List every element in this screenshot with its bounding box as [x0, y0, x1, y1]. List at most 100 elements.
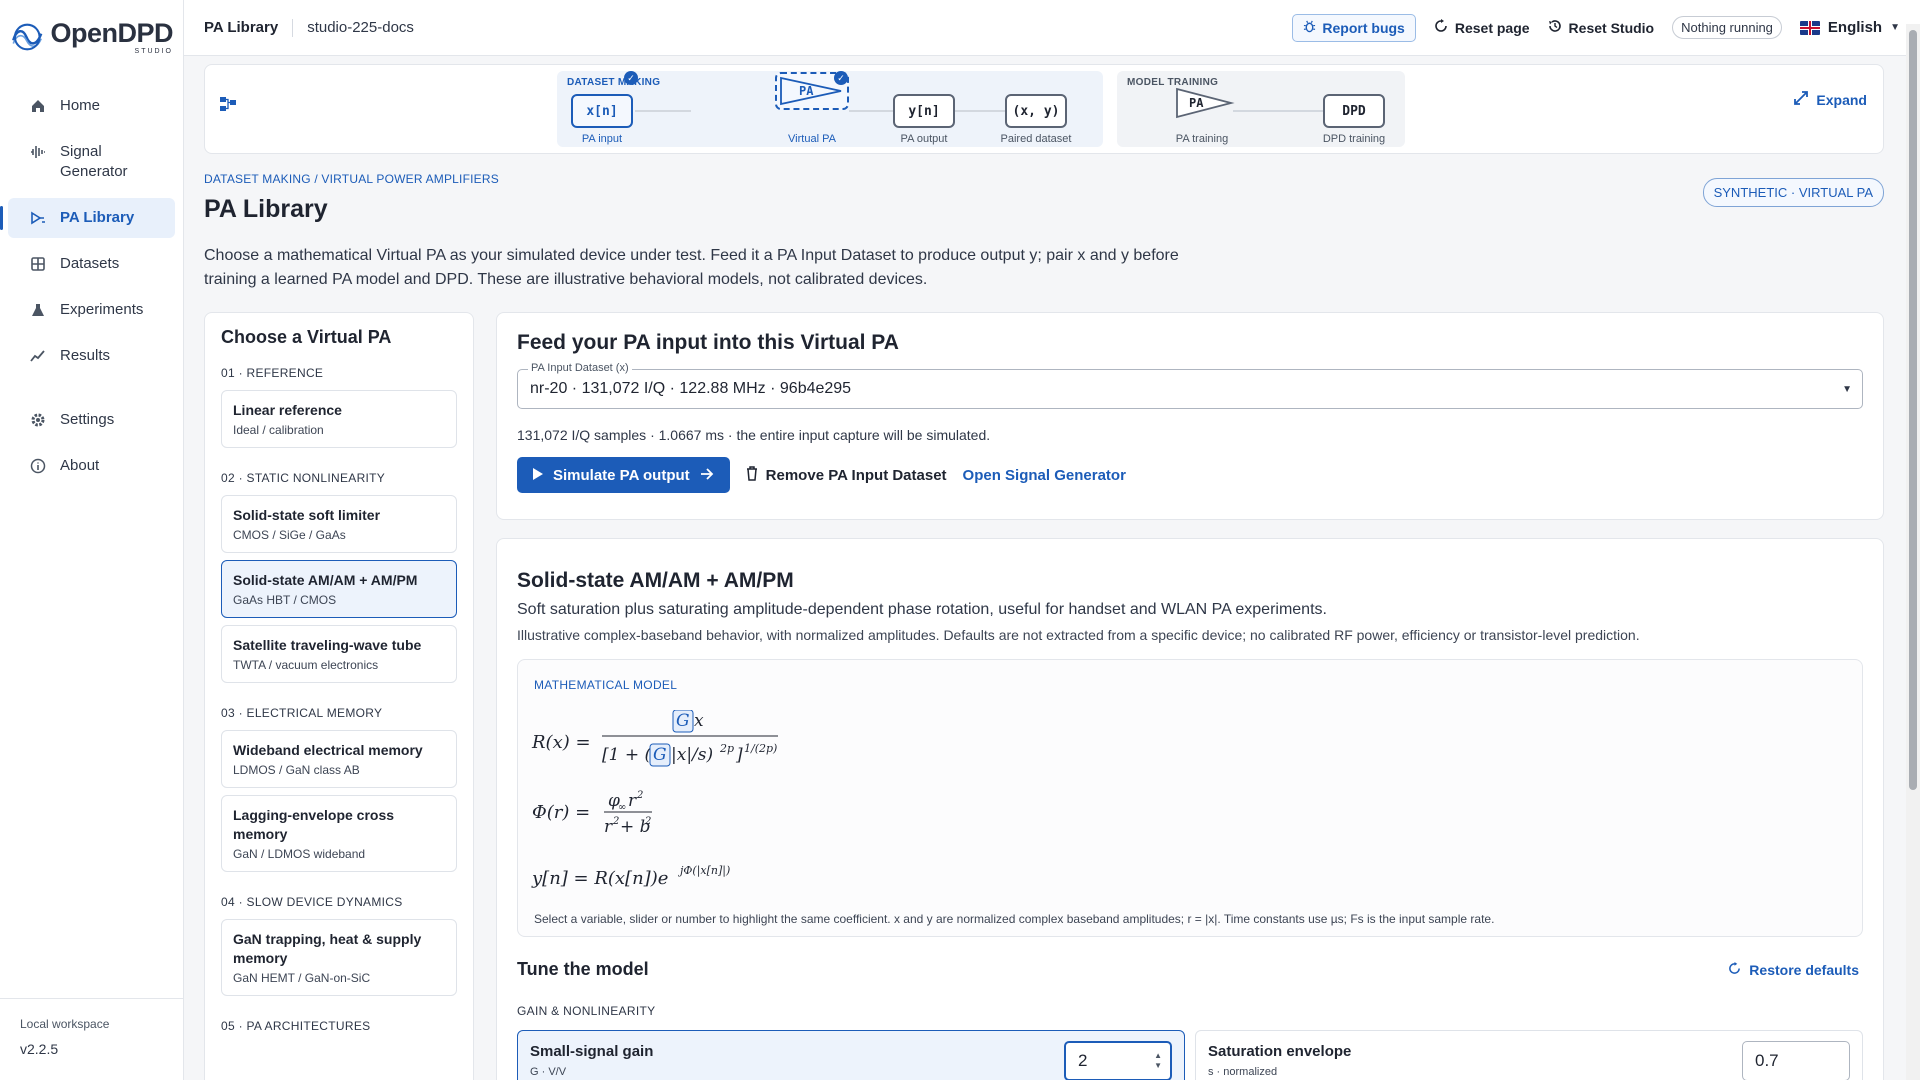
pa-tag: GaN / LDMOS wideband: [233, 847, 366, 861]
svg-text:G: G: [653, 745, 667, 765]
history-icon: [1548, 19, 1562, 36]
simulate-button[interactable]: Simulate PA output: [517, 457, 730, 493]
svg-text:r: r: [604, 817, 613, 837]
pa-item-twta[interactable]: Satellite traveling-wave tube TWTA / vac…: [221, 625, 457, 683]
nav-settings-label: Settings: [60, 411, 115, 428]
logo-icon: [12, 23, 43, 51]
pa-item-lagging-envelope[interactable]: Lagging-envelope cross memory GaN / LDMO…: [221, 795, 457, 872]
pipeline-node-dpd-training[interactable]: DPD: [1323, 94, 1385, 128]
nav-results[interactable]: Results: [8, 336, 175, 376]
pipeline-node-pa-input[interactable]: x[n]: [571, 94, 633, 128]
field-label: PA Input Dataset (x): [528, 362, 632, 374]
reset-page-button[interactable]: Reset page: [1434, 19, 1530, 36]
nav-signal-generator[interactable]: Signal Generator: [8, 132, 175, 192]
pipeline-node-pa-output[interactable]: y[n]: [893, 94, 955, 128]
pa-item-gan-trapping[interactable]: GaN trapping, heat & supply memory GaN H…: [221, 919, 457, 996]
reset-studio-button[interactable]: Reset Studio: [1548, 19, 1654, 36]
open-signal-generator-link[interactable]: Open Signal Generator: [963, 467, 1126, 484]
group-label: 05 · PA ARCHITECTURES: [221, 1019, 371, 1033]
param-small-signal-gain[interactable]: Small-signal gain G · V/V 2 ▲ ▼: [517, 1030, 1185, 1080]
page-title: PA Library: [204, 195, 328, 223]
nav-home[interactable]: Home: [8, 86, 175, 126]
amplifier-icon: [28, 208, 48, 228]
nav-experiments[interactable]: Experiments: [8, 290, 175, 330]
sample-info: 131,072 I/Q samples · 1.0667 ms · the en…: [517, 427, 991, 443]
nav-datasets[interactable]: Datasets: [8, 244, 175, 284]
sidebar-footer: Local workspace v2.2.5: [0, 998, 183, 1080]
svg-text:2: 2: [636, 790, 643, 801]
nav-settings[interactable]: Settings: [8, 400, 175, 440]
pipeline-panel: DATASET MAKING MODEL TRAINING x[n] ✓ PA …: [204, 64, 1884, 154]
param-saturation-envelope[interactable]: Saturation envelope s · normalized 0.7: [1195, 1030, 1863, 1080]
version-label: v2.2.5: [20, 1041, 59, 1057]
svg-text:]: ]: [735, 745, 743, 765]
arrow-right-icon: [700, 467, 714, 484]
reset-icon: [1728, 961, 1741, 978]
pipeline-connector: [849, 110, 893, 112]
svg-text:|x|/s): |x|/s): [671, 745, 713, 765]
group-label: 01 · REFERENCE: [221, 366, 324, 380]
scrollbar-thumb[interactable]: [1909, 30, 1917, 790]
pipeline-node-pa-training[interactable]: PA: [1175, 85, 1235, 126]
nav-pa-library[interactable]: PA Library: [0, 198, 175, 238]
node-text: (x, y): [1012, 103, 1060, 119]
svg-text:x: x: [694, 711, 704, 731]
workspace-label: Local workspace: [20, 1017, 110, 1031]
remove-label: Remove PA Input Dataset: [765, 466, 947, 484]
pipeline-icon[interactable]: [219, 95, 237, 118]
equation-r: R(x) =: [531, 732, 591, 753]
app-logo[interactable]: OpenDPD STUDIO: [0, 0, 183, 56]
expand-button[interactable]: Expand: [1794, 91, 1867, 108]
spinner-icon[interactable]: ▲ ▼: [1154, 1051, 1162, 1071]
node-text: PA: [799, 84, 814, 98]
report-bugs-button[interactable]: Report bugs: [1292, 13, 1416, 42]
math-title: MATHEMATICAL MODEL: [534, 678, 678, 692]
breadcrumb[interactable]: DATASET MAKING / VIRTUAL POWER AMPLIFIER…: [204, 172, 499, 186]
svg-text:2: 2: [612, 816, 619, 827]
divider: [292, 18, 294, 37]
remove-dataset-button[interactable]: Remove PA Input Dataset: [746, 465, 947, 485]
svg-text:1/(2p): 1/(2p): [744, 742, 777, 755]
restore-defaults-button[interactable]: Restore defaults: [1728, 961, 1859, 978]
pa-name: Solid-state AM/AM + AM/PM: [233, 572, 418, 588]
expand-icon: [1794, 91, 1809, 108]
nav-experiments-label: Experiments: [60, 301, 144, 318]
pa-input-dataset-select[interactable]: PA Input Dataset (x) nr-20 · 131,072 I/Q…: [517, 362, 1863, 409]
page-scrollbar[interactable]: [1906, 24, 1920, 1080]
pa-item-amam-ampm[interactable]: Solid-state AM/AM + AM/PM GaAs HBT / CMO…: [221, 560, 457, 618]
pa-tag: TWTA / vacuum electronics: [233, 658, 379, 672]
equation-y: y[n] = R(x[n])e: [531, 868, 668, 889]
svg-text:2p: 2p: [719, 742, 734, 755]
report-bugs-label: Report bugs: [1322, 19, 1405, 36]
pipeline-node-paired-dataset[interactable]: (x, y): [1005, 94, 1067, 128]
gain-number-input[interactable]: 2 ▲ ▼: [1064, 1041, 1172, 1080]
node-label: Paired dataset: [1000, 133, 1072, 145]
nav-about-label: About: [60, 457, 100, 474]
node-text: x[n]: [586, 103, 618, 119]
model-note: Illustrative complex-baseband behavior, …: [517, 627, 1640, 643]
pa-item-wideband-memory[interactable]: Wideband electrical memory LDMOS / GaN c…: [221, 730, 457, 788]
pa-name: Solid-state soft limiter: [233, 507, 381, 523]
bug-icon: [1303, 20, 1316, 36]
nav-about[interactable]: About: [8, 446, 175, 486]
pipeline-connector: [635, 110, 691, 112]
param-group-label: GAIN & NONLINEARITY: [517, 1004, 656, 1018]
synthetic-badge: SYNTHETIC · VIRTUAL PA: [1702, 178, 1884, 207]
saturation-number-input[interactable]: 0.7: [1742, 1041, 1850, 1080]
group-label: 04 · SLOW DEVICE DYNAMICS: [221, 895, 403, 909]
brand-name: OpenDPD: [50, 17, 173, 48]
pa-tag: GaN HEMT / GaN-on-SiC: [233, 971, 371, 985]
language-label: English: [1827, 19, 1883, 36]
nav-home-label: Home: [60, 97, 101, 114]
language-selector[interactable]: English ▼: [1799, 19, 1900, 36]
page-intro: Choose a mathematical Virtual PA as your…: [204, 247, 1179, 288]
input-value: 0.7: [1755, 1051, 1779, 1070]
main-nav: Home Signal Generator PA Library Dataset…: [0, 86, 183, 486]
group-label: 02 · STATIC NONLINEARITY: [221, 471, 386, 485]
flask-icon: [28, 300, 48, 320]
pipeline-connector: [1233, 110, 1323, 112]
pa-name: Wideband electrical memory: [233, 742, 423, 758]
feed-input-panel: Feed your PA input into this Virtual PA …: [496, 312, 1884, 520]
pa-item-linear-reference[interactable]: Linear reference Ideal / calibration: [221, 390, 457, 448]
pa-item-soft-limiter[interactable]: Solid-state soft limiter CMOS / SiGe / G…: [221, 495, 457, 553]
